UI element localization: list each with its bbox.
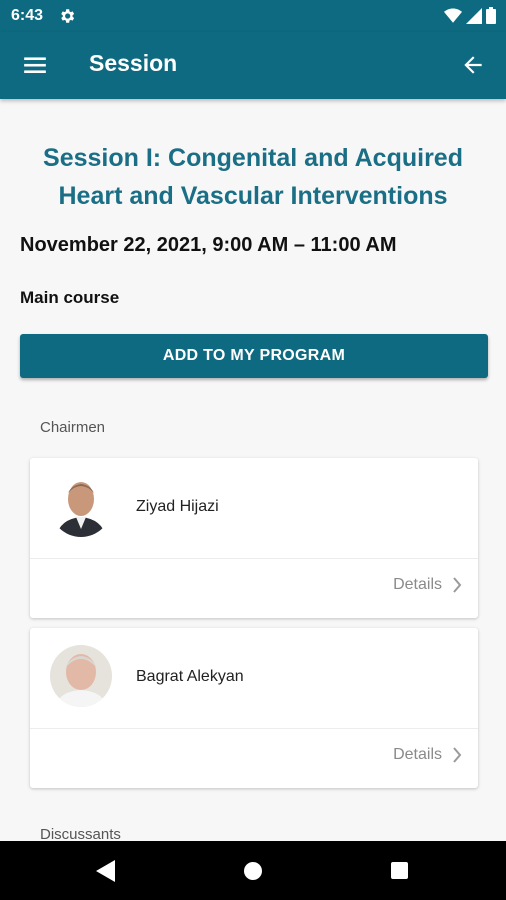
person-photo-icon (50, 645, 112, 707)
avatar (50, 475, 112, 537)
cell-signal-icon (466, 7, 482, 24)
status-bar: 6:43 (0, 0, 506, 32)
back-arrow-icon[interactable] (460, 52, 486, 78)
session-datetime: November 22, 2021, 9:00 AM – 11:00 AM (20, 234, 397, 256)
divider (30, 558, 478, 559)
session-title: Session I: Congenital and Acquired Heart… (43, 144, 463, 210)
avatar (50, 645, 112, 707)
chevron-right-icon (453, 577, 462, 593)
nav-recents-icon[interactable] (391, 862, 408, 879)
person-photo-icon (50, 475, 112, 537)
details-label: Details (393, 746, 442, 763)
chairman-name: Bagrat Alekyan (136, 668, 244, 685)
details-label: Details (393, 576, 442, 593)
nav-back-icon[interactable] (96, 860, 115, 882)
status-icons (444, 7, 496, 24)
nav-home-icon[interactable] (244, 862, 262, 880)
app-bar: Session (0, 32, 506, 99)
chairman-card: Bagrat Alekyan Details (30, 628, 478, 788)
divider (30, 728, 478, 729)
chairmen-section-label: Chairmen (40, 419, 106, 436)
details-link[interactable]: Details (393, 576, 462, 594)
system-nav-bar (0, 841, 506, 900)
details-link[interactable]: Details (393, 746, 462, 764)
chairman-card: Ziyad Hijazi Details (30, 458, 478, 618)
chevron-right-icon (453, 747, 462, 763)
settings-gear-icon (61, 9, 75, 23)
chairman-name: Ziyad Hijazi (136, 498, 219, 515)
battery-icon (486, 7, 496, 24)
add-to-program-button[interactable]: ADD TO MY PROGRAM (20, 334, 488, 378)
app-bar-title: Session (89, 50, 178, 76)
session-detail: Session I: Congenital and Acquired Heart… (0, 99, 506, 841)
wifi-icon (444, 8, 462, 23)
status-time: 6:43 (11, 7, 44, 24)
menu-icon[interactable] (22, 52, 48, 78)
discussants-section-label: Discussants (40, 826, 121, 841)
session-type: Main course (20, 288, 120, 307)
